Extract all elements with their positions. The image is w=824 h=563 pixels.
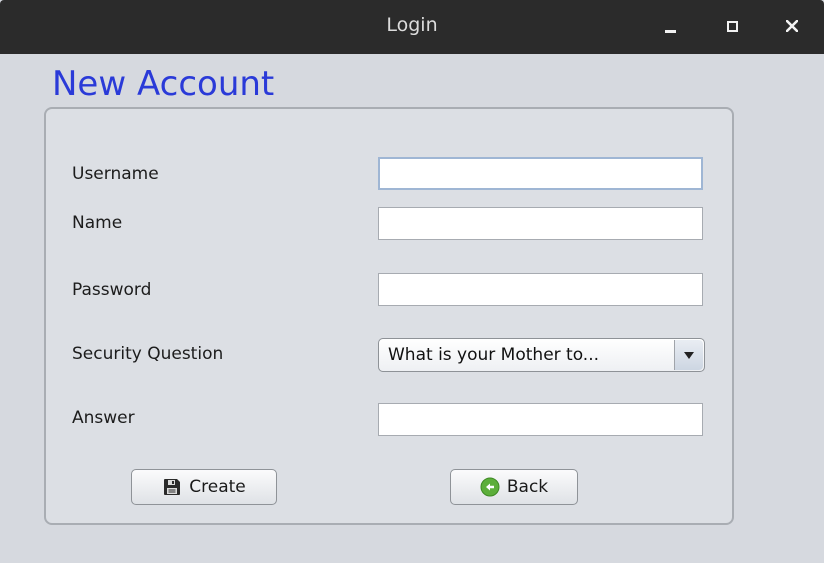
create-button[interactable]: Create <box>131 469 277 505</box>
back-button[interactable]: Back <box>450 469 578 505</box>
title-bar[interactable]: Login <box>0 0 824 54</box>
maximize-icon <box>726 20 738 32</box>
close-button[interactable] <box>778 12 806 40</box>
dropdown-button[interactable] <box>674 340 703 370</box>
security-question-selected: What is your Mother to... <box>388 345 600 365</box>
name-label: Name <box>72 213 123 233</box>
minimize-button[interactable] <box>656 12 684 40</box>
security-question-select[interactable]: What is your Mother to... <box>378 338 705 372</box>
login-window: Login New Account Username Name Password… <box>0 0 824 563</box>
answer-label: Answer <box>72 408 135 428</box>
chevron-down-icon <box>684 351 694 359</box>
minimize-icon <box>664 30 676 33</box>
password-field[interactable] <box>378 273 703 306</box>
back-arrow-icon <box>480 477 500 497</box>
create-button-label: Create <box>189 477 246 497</box>
username-field[interactable] <box>378 157 703 190</box>
back-button-label: Back <box>506 477 549 497</box>
save-icon <box>164 479 181 495</box>
password-label: Password <box>72 280 152 300</box>
security-question-label: Security Question <box>72 344 224 364</box>
name-field[interactable] <box>378 207 703 240</box>
window-title: Login <box>386 14 438 36</box>
username-label: Username <box>72 164 159 184</box>
close-icon <box>786 20 798 32</box>
maximize-button[interactable] <box>718 12 746 40</box>
answer-field[interactable] <box>378 403 703 436</box>
page-title: New Account <box>52 64 275 104</box>
